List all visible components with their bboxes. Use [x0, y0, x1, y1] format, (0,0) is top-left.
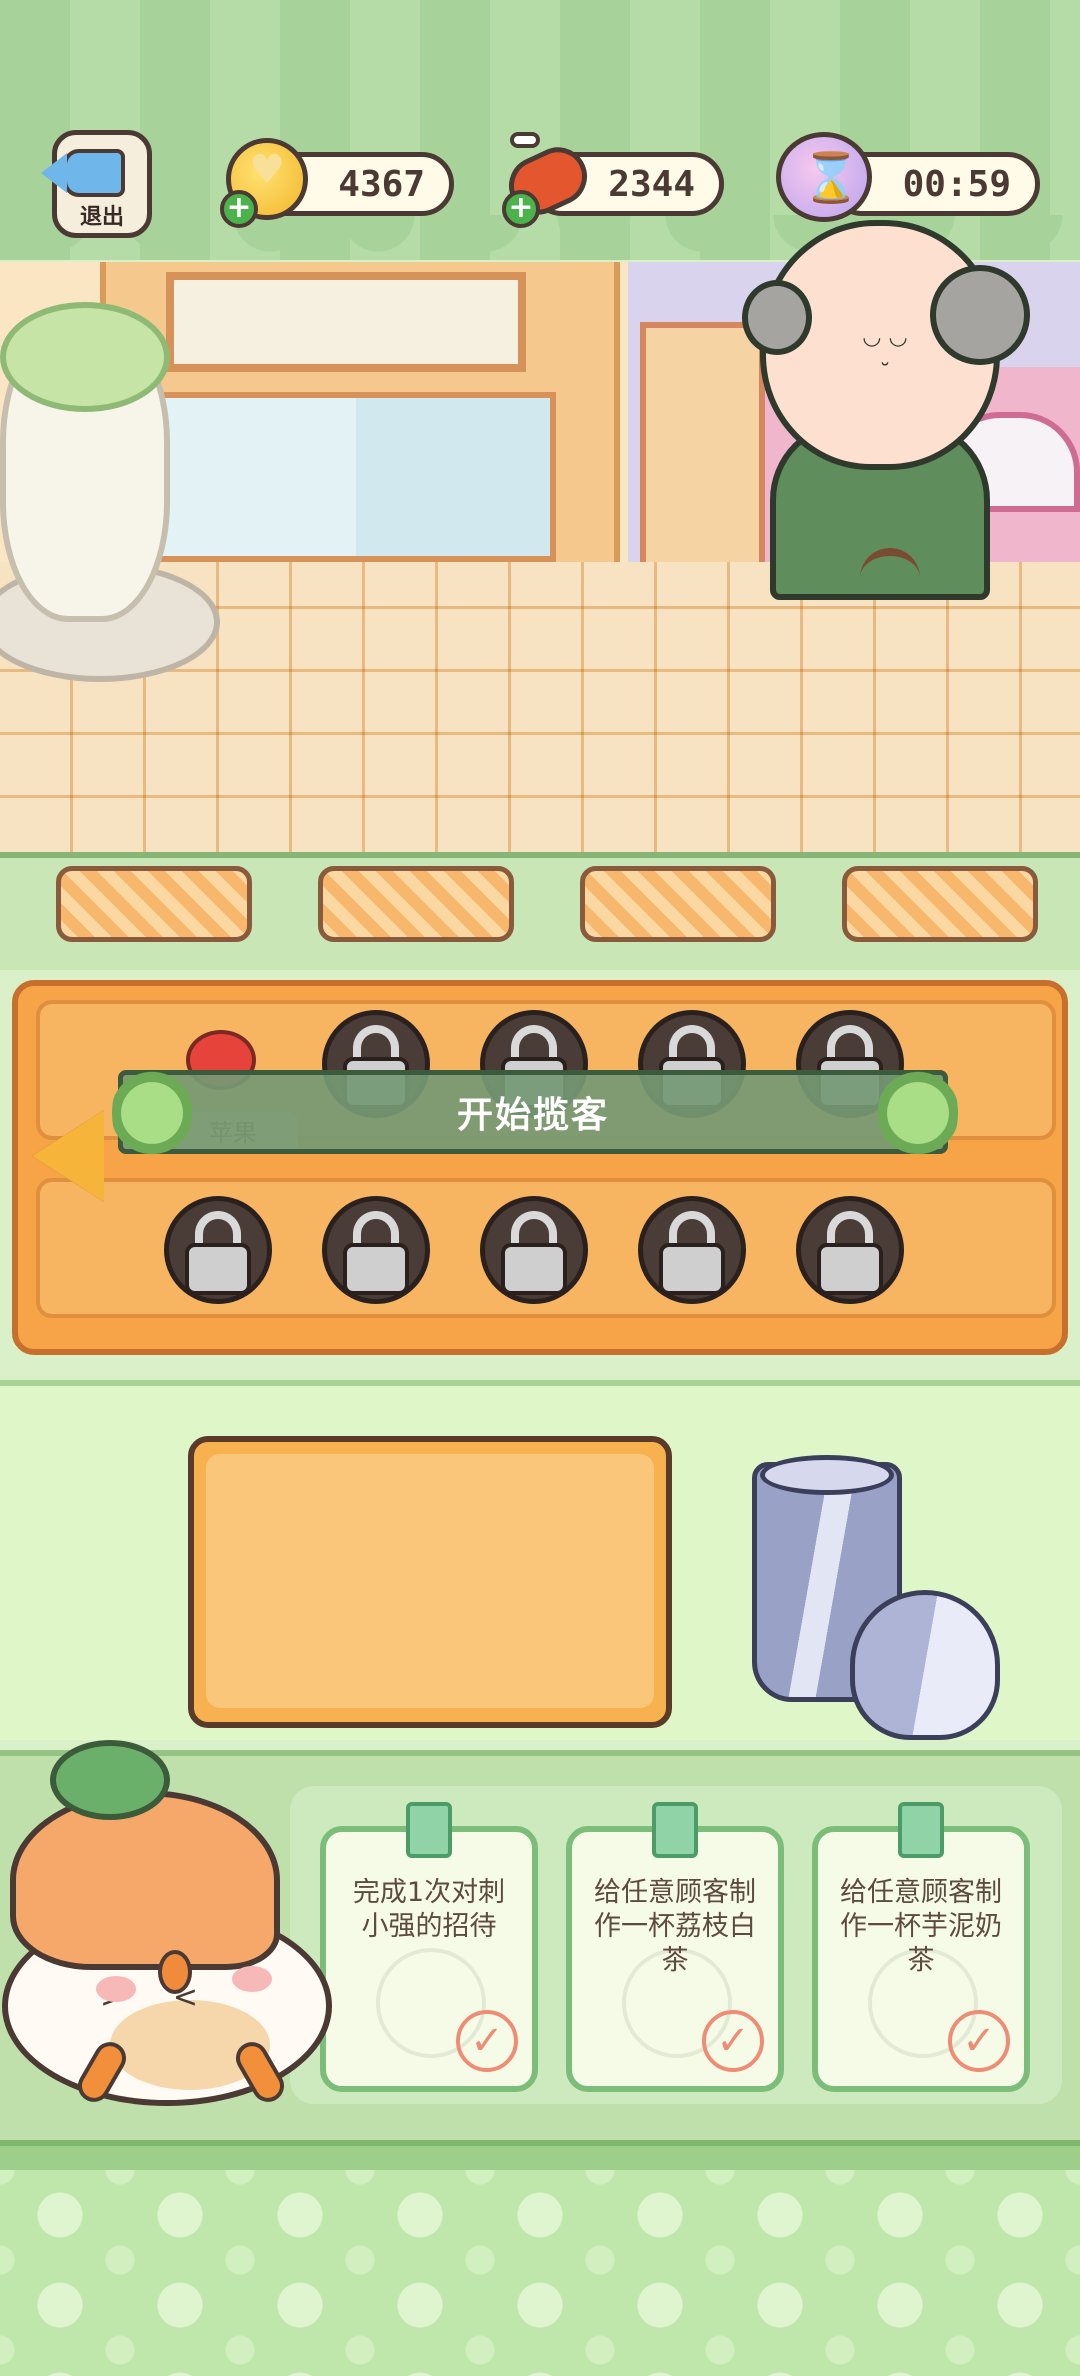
leaf-decoration-right — [878, 1058, 958, 1168]
lock-body — [185, 1243, 251, 1295]
back-arrow-tip — [41, 153, 67, 193]
counter-slot-2[interactable] — [318, 866, 514, 942]
polka-dot-pattern — [0, 2170, 1080, 2376]
add-coins-button[interactable]: + — [220, 190, 258, 228]
start-attract-banner[interactable]: 开始揽客 — [118, 1070, 948, 1154]
task-text: 给任意顾客制作一杯芋泥奶茶 — [840, 1877, 1002, 1976]
lock-icon[interactable] — [322, 1196, 430, 1304]
customer-face: ◡ ◡ ˘ — [862, 325, 908, 386]
lock-icon[interactable] — [164, 1196, 272, 1304]
chick-cheek — [96, 1976, 136, 2002]
food-value: 2344 — [608, 163, 695, 205]
lock-icon[interactable] — [796, 1196, 904, 1304]
coins-value: 4367 — [338, 163, 425, 205]
ribbon-icon — [652, 1802, 698, 1858]
exit-label: 退出 — [79, 205, 124, 230]
task-card[interactable]: 给任意顾客制作一杯荔枝白茶 ✓ — [566, 1802, 784, 2092]
counter-slot-1[interactable] — [56, 866, 252, 942]
hourglass-timer-icon[interactable]: ⌛ — [776, 132, 872, 222]
fountain-leaves — [0, 302, 170, 412]
counter-slot-4[interactable] — [842, 866, 1038, 942]
heart-glyph: ♥ — [249, 147, 285, 193]
counter-slot-3[interactable] — [580, 866, 776, 942]
chick-hat-leaf — [50, 1740, 170, 1820]
lock-body — [343, 1243, 409, 1295]
chick-cheek — [232, 1966, 272, 1992]
task-text: 给任意顾客制作一杯荔枝白茶 — [594, 1877, 756, 1976]
hourglass-glyph: ⌛ — [801, 150, 861, 206]
exit-button[interactable]: 退出 — [41, 130, 152, 238]
timer-value: 00:59 — [902, 163, 1011, 205]
lock-icon[interactable] — [480, 1196, 588, 1304]
chick-pumpkin-hat — [10, 1790, 280, 1970]
check-icon: ✓ — [456, 2010, 518, 2072]
ribbon-icon — [406, 1802, 452, 1858]
shop-upper-window — [166, 272, 526, 372]
shaker-cup-rim — [760, 1455, 894, 1495]
back-arrow-icon — [41, 149, 125, 197]
add-food-button[interactable]: + — [502, 190, 540, 228]
customer-hair-left — [742, 280, 812, 355]
prev-page-arrow-icon[interactable] — [32, 1110, 104, 1202]
task-text: 完成1次对刺小强的招待 — [352, 1877, 506, 1942]
leaf-decoration-left — [112, 1058, 192, 1168]
cutting-board[interactable] — [188, 1436, 672, 1728]
shop-glass-front — [156, 392, 556, 562]
meat-bone-icon — [510, 132, 540, 148]
lock-body — [659, 1243, 725, 1295]
cutting-board-surface — [206, 1454, 654, 1708]
shop-building — [100, 262, 620, 562]
check-icon: ✓ — [702, 2010, 764, 2072]
lock-icon[interactable] — [638, 1196, 746, 1304]
lock-body — [817, 1243, 883, 1295]
lock-body — [501, 1243, 567, 1295]
banner-text: 开始揽客 — [456, 1095, 609, 1136]
ribbon-icon — [898, 1802, 944, 1858]
task-card[interactable]: 给任意顾客制作一杯芋泥奶茶 ✓ — [812, 1802, 1030, 2092]
shaker-cap-icon[interactable] — [850, 1590, 1000, 1740]
task-card[interactable]: 完成1次对刺小强的招待 ✓ — [320, 1802, 538, 2092]
check-icon: ✓ — [948, 2010, 1010, 2072]
house-door — [640, 322, 765, 572]
bottom-strip — [0, 2140, 1080, 2170]
